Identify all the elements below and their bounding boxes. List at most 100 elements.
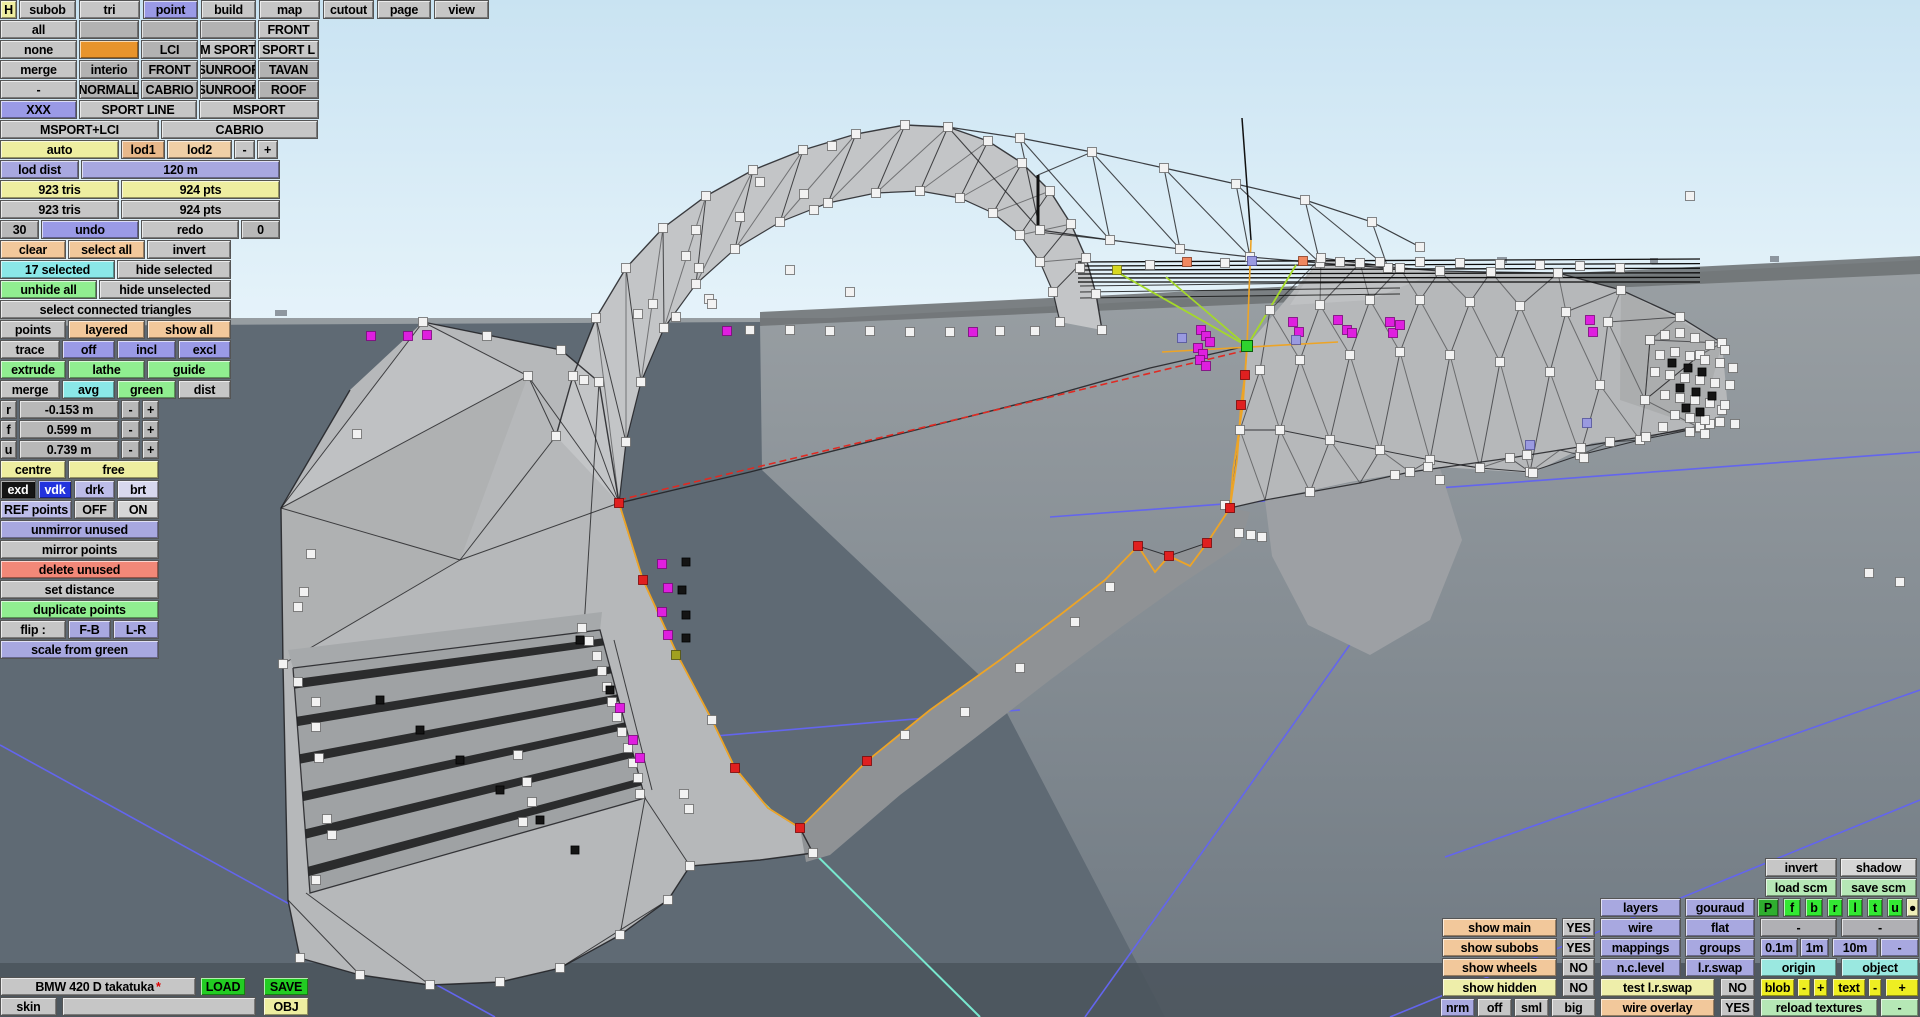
delete-unused[interactable]: delete unused — [0, 560, 159, 579]
guide[interactable]: guide — [147, 360, 231, 379]
cell[interactable]: + — [142, 420, 159, 439]
vertex-point[interactable] — [1415, 242, 1425, 252]
vertex-point[interactable] — [311, 722, 321, 732]
vertex-point[interactable] — [1048, 287, 1058, 297]
show-wheels-toggle[interactable]: NO — [1562, 958, 1595, 977]
vertex-point[interactable] — [1730, 419, 1740, 429]
vertex-point[interactable] — [633, 773, 643, 783]
vertex-point[interactable] — [1545, 367, 1555, 377]
vertex-point[interactable] — [355, 970, 365, 980]
vertex-point[interactable] — [995, 326, 1005, 336]
vertex-point[interactable] — [415, 725, 425, 735]
channel-r[interactable]: r — [1827, 898, 1843, 917]
vertex-point[interactable] — [900, 120, 910, 130]
lod-distance-value[interactable]: 120 m — [81, 160, 280, 179]
vertex-point[interactable] — [685, 861, 695, 871]
vertex-point[interactable] — [1475, 463, 1485, 473]
build[interactable]: build — [201, 0, 256, 19]
vertex-point[interactable] — [701, 191, 711, 201]
vertex-point[interactable] — [657, 607, 667, 617]
skin-name-field[interactable] — [62, 997, 256, 1016]
scale-from-green[interactable]: scale from green — [0, 640, 159, 659]
vertex-point[interactable] — [1257, 532, 1267, 542]
vertex-point[interactable] — [311, 697, 321, 707]
vertex-point[interactable] — [1720, 400, 1730, 410]
show-main[interactable]: show main — [1442, 918, 1557, 937]
off[interactable]: off — [62, 340, 115, 359]
flat[interactable]: flat — [1685, 918, 1755, 937]
select-all[interactable]: select all — [68, 240, 145, 259]
vertex-point[interactable] — [1725, 380, 1735, 390]
vertex-point[interactable] — [1616, 285, 1626, 295]
save-button[interactable]: SAVE — [263, 977, 309, 996]
vertex-point[interactable] — [1345, 350, 1355, 360]
front[interactable]: FRONT — [141, 60, 198, 79]
ref-points[interactable]: REF points — [0, 500, 72, 519]
n-c-level[interactable]: n.c.level — [1600, 958, 1681, 977]
vertex-point[interactable] — [306, 549, 316, 559]
vertex-point[interactable] — [968, 327, 978, 337]
drk[interactable]: drk — [74, 480, 115, 499]
m-sport[interactable]: M SPORT — [200, 40, 256, 59]
vertex-point[interactable] — [1495, 259, 1505, 269]
vertex-point[interactable] — [278, 659, 288, 669]
channel-p[interactable]: P — [1757, 898, 1779, 917]
vertex-point[interactable] — [798, 145, 808, 155]
model-name-field[interactable]: BMW 420 D takatuka * — [0, 977, 196, 996]
vertex-point[interactable] — [983, 136, 993, 146]
vertex-point[interactable] — [556, 345, 566, 355]
vertex-point[interactable] — [1655, 350, 1665, 360]
vertex-point[interactable] — [1097, 325, 1107, 335]
vertex-point[interactable] — [1685, 427, 1695, 437]
vertex-point[interactable] — [915, 186, 925, 196]
vertex-point[interactable] — [1177, 333, 1187, 343]
vertex-point[interactable] — [659, 323, 669, 333]
reload-textures[interactable]: reload textures — [1760, 998, 1878, 1017]
10m[interactable]: 10m — [1832, 938, 1878, 957]
vertex-point[interactable] — [1145, 260, 1155, 270]
vertex-point[interactable] — [681, 633, 691, 643]
vertex-point[interactable] — [943, 122, 953, 132]
vertex-point[interactable] — [1405, 467, 1415, 477]
l-r-swap[interactable]: l.r.swap — [1685, 958, 1755, 977]
hide-selected[interactable]: hide selected — [117, 260, 231, 279]
vertex-point[interactable] — [1325, 435, 1335, 445]
vertex-point[interactable] — [1112, 265, 1122, 275]
channel-dot[interactable]: ● — [1906, 898, 1919, 917]
vertex-point[interactable] — [612, 712, 622, 722]
vertex-point[interactable] — [1553, 268, 1563, 278]
flip[interactable]: flip : — [0, 620, 66, 639]
vertex-point[interactable] — [1690, 395, 1700, 405]
vertex-point[interactable] — [745, 325, 755, 335]
vertex-point[interactable] — [1683, 363, 1693, 373]
vertex-point[interactable] — [1650, 367, 1660, 377]
vertex-point[interactable] — [1595, 380, 1605, 390]
cell[interactable]: + — [142, 400, 159, 419]
vertex-point[interactable] — [522, 777, 532, 787]
tri[interactable]: tri — [79, 0, 140, 19]
vertex-point[interactable] — [1202, 538, 1212, 548]
vertex-point[interactable] — [617, 727, 627, 737]
vertex-point[interactable] — [823, 198, 833, 208]
page[interactable]: page — [377, 0, 431, 19]
vertex-point[interactable] — [352, 429, 362, 439]
vertex-point[interactable] — [1423, 462, 1433, 472]
vertex-point[interactable] — [482, 331, 492, 341]
vertex-point[interactable] — [422, 330, 432, 340]
cell[interactable]: + — [142, 440, 159, 459]
vertex-point[interactable] — [707, 299, 717, 309]
none[interactable]: none — [0, 40, 77, 59]
vertex-point[interactable] — [795, 823, 805, 833]
vertex-point[interactable] — [1528, 468, 1538, 478]
centre[interactable]: centre — [0, 460, 66, 479]
vertex-point[interactable] — [681, 610, 691, 620]
vertex-point[interactable] — [1234, 528, 1244, 538]
vertex-point[interactable] — [1603, 317, 1613, 327]
vertex-point[interactable] — [1670, 410, 1680, 420]
shadow[interactable]: shadow — [1840, 858, 1917, 877]
vertex-point[interactable] — [1375, 445, 1385, 455]
vertex-point[interactable] — [1355, 258, 1365, 268]
vertex-point[interactable] — [495, 785, 505, 795]
vertex-point[interactable] — [1055, 317, 1065, 327]
off[interactable]: off — [1477, 998, 1512, 1017]
